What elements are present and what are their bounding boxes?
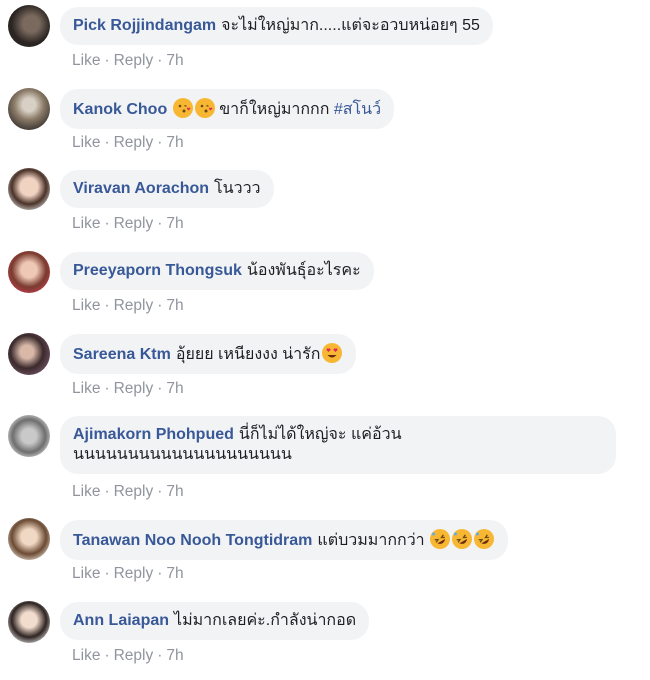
comment-text: อุ้ยยย เหนียงงง น่ารัก xyxy=(175,346,321,363)
like-link[interactable]: Like xyxy=(72,215,100,232)
avatar[interactable] xyxy=(8,333,50,375)
reply-link[interactable]: Reply xyxy=(114,134,154,151)
comment-actions: Like · Reply · 7h xyxy=(72,297,184,315)
timestamp[interactable]: 7h xyxy=(166,134,183,151)
comment-actions: Like · Reply · 7h xyxy=(72,647,184,665)
separator: · xyxy=(104,297,110,314)
avatar[interactable] xyxy=(8,415,50,457)
separator: · xyxy=(157,565,163,582)
comment-bubble: Ann Laiapan ไม่มากเลยค่ะ.กำลังน่ากอด xyxy=(60,602,370,640)
separator: · xyxy=(157,134,163,151)
comment-actions: Like · Reply · 7h xyxy=(72,52,184,70)
comment-bubble: Pick Rojjindangam จะไม่ใหญ่มาก.....แต่จะอ… xyxy=(60,7,493,45)
comment-author[interactable]: Preeyaporn Thongsuk xyxy=(73,262,242,279)
kissing-heart-emoji xyxy=(173,98,194,118)
rofl-emoji xyxy=(474,529,495,549)
avatar[interactable] xyxy=(8,5,50,47)
timestamp[interactable]: 7h xyxy=(166,565,183,582)
comment-text: นนนนนนนนนนนนนนนนนนนน xyxy=(73,446,292,463)
separator: · xyxy=(104,647,110,664)
comment-actions: Like · Reply · 7h xyxy=(72,134,184,152)
avatar[interactable] xyxy=(8,601,50,643)
comment-bubble: Sareena Ktm อุ้ยยย เหนียงงง น่ารัก xyxy=(60,334,357,374)
separator: · xyxy=(104,134,110,151)
reply-link[interactable]: Reply xyxy=(114,647,154,664)
like-link[interactable]: Like xyxy=(72,52,100,69)
reply-link[interactable]: Reply xyxy=(114,52,154,69)
timestamp[interactable]: 7h xyxy=(166,215,183,232)
comment-actions: Like · Reply · 7h xyxy=(72,380,184,398)
timestamp[interactable]: 7h xyxy=(166,647,183,664)
comment-author[interactable]: Pick Rojjindangam xyxy=(73,17,216,34)
reply-link[interactable]: Reply xyxy=(114,215,154,232)
comment-text: จะไม่ใหญ่มาก.....แต่จะอวบหน่อยๆ 55 xyxy=(221,17,480,34)
kissing-heart-emoji xyxy=(195,98,216,118)
separator: · xyxy=(104,483,110,500)
comment-text: ขาก็ใหญ่มากกก xyxy=(219,101,330,118)
comment-bubble: Preeyaporn Thongsuk น้องพันธุ์อะไรคะ xyxy=(60,252,374,290)
timestamp[interactable]: 7h xyxy=(166,297,183,314)
comment-actions: Like · Reply · 7h xyxy=(72,483,184,501)
comment-actions: Like · Reply · 7h xyxy=(72,215,184,233)
comment-text: นี่ก็ไม่ได้ใหญ่จะ แค่อ้วน xyxy=(238,426,402,443)
like-link[interactable]: Like xyxy=(72,647,100,664)
like-link[interactable]: Like xyxy=(72,565,100,582)
separator: · xyxy=(157,380,163,397)
reply-link[interactable]: Reply xyxy=(114,483,154,500)
comment-author[interactable]: Kanok Choo xyxy=(73,101,167,118)
separator: · xyxy=(157,52,163,69)
comment-text: น้องพันธุ์อะไรคะ xyxy=(246,262,361,279)
comment-actions: Like · Reply · 7h xyxy=(72,565,184,583)
separator: · xyxy=(104,52,110,69)
comment-author[interactable]: Sareena Ktm xyxy=(73,346,171,363)
comment-author[interactable]: Ajimakorn Phohpued xyxy=(73,426,234,443)
avatar[interactable] xyxy=(8,88,50,130)
comment-author[interactable]: Tanawan Noo Nooh Tongtidram xyxy=(73,532,312,549)
comment-bubble: Viravan Aorachon โนววว xyxy=(60,170,274,208)
separator: · xyxy=(157,647,163,664)
rofl-emoji xyxy=(452,529,473,549)
separator: · xyxy=(157,483,163,500)
separator: · xyxy=(104,215,110,232)
comment-text: ไม่มากเลยค่ะ.กำลังน่ากอด xyxy=(174,612,357,629)
reply-link[interactable]: Reply xyxy=(114,297,154,314)
hashtag-link[interactable]: #สโนว์ xyxy=(334,101,381,118)
reply-link[interactable]: Reply xyxy=(114,380,154,397)
timestamp[interactable]: 7h xyxy=(166,483,183,500)
comment-author[interactable]: Ann Laiapan xyxy=(73,612,169,629)
comment-bubble: Tanawan Noo Nooh Tongtidram แต่บวมมากกว่า xyxy=(60,520,509,560)
timestamp[interactable]: 7h xyxy=(166,52,183,69)
timestamp[interactable]: 7h xyxy=(166,380,183,397)
avatar[interactable] xyxy=(8,251,50,293)
reply-link[interactable]: Reply xyxy=(114,565,154,582)
comment-bubble: Kanok Choo ขาก็ใหญ่มากกก #สโนว์ xyxy=(60,89,395,129)
comment-author[interactable]: Viravan Aorachon xyxy=(73,180,209,197)
like-link[interactable]: Like xyxy=(72,483,100,500)
like-link[interactable]: Like xyxy=(72,380,100,397)
separator: · xyxy=(157,215,163,232)
separator: · xyxy=(104,380,110,397)
like-link[interactable]: Like xyxy=(72,134,100,151)
avatar[interactable] xyxy=(8,168,50,210)
comment-bubble: Ajimakorn Phohpued นี่ก็ไม่ได้ใหญ่จะ แค่อ… xyxy=(60,416,616,474)
comment-text: โนววว xyxy=(214,180,261,197)
avatar[interactable] xyxy=(8,518,50,560)
comment-text: แต่บวมมากกว่า xyxy=(317,532,425,549)
rofl-emoji xyxy=(430,529,451,549)
separator: · xyxy=(157,297,163,314)
heart-eyes-emoji xyxy=(322,343,343,363)
separator: · xyxy=(104,565,110,582)
like-link[interactable]: Like xyxy=(72,297,100,314)
